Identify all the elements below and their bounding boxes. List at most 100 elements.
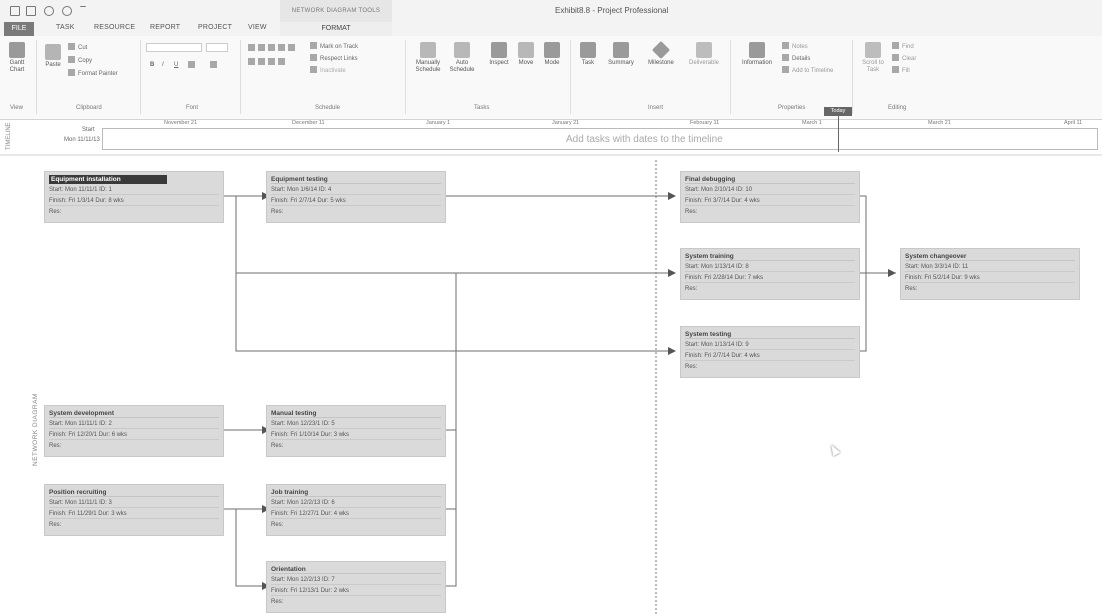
customize-qat-icon[interactable] [80,6,86,16]
task-node-equipment-installation[interactable]: Equipment installation Start: Mon 11/11/… [44,171,224,223]
task-node-equipment-testing[interactable]: Equipment testing Start: Mon 1/6/14 ID: … [266,171,446,223]
window-title: Exhibit8.8 - Project Professional [555,6,669,15]
gantt-icon[interactable] [26,6,36,16]
ribbon-separator [570,40,571,114]
gantt-chart-button[interactable]: Gantt Chart [4,42,30,74]
brush-icon [68,69,75,76]
tab-file[interactable]: FILE [4,22,34,36]
font-size-select[interactable] [206,43,228,52]
tab-project[interactable]: PROJECT [198,24,232,31]
copy-icon [68,56,75,63]
timeline-date: November 21 [164,120,198,126]
save-icon[interactable] [10,6,20,16]
copy-button[interactable]: Copy [68,56,92,64]
scissors-icon [68,43,75,50]
bold-button[interactable]: B [150,62,154,68]
task-node-final-debugging[interactable]: Final debugging Start: Mon 2/10/14 ID: 1… [680,171,860,223]
pane-divider[interactable] [0,154,1102,156]
today-marker [838,114,839,152]
summary-icon [613,42,629,58]
timeline-date: January 1 [426,120,451,126]
respect-links-button[interactable]: Respect Links [310,54,358,62]
inactivate-icon [310,66,317,73]
check-icon [310,42,317,49]
task-node-system-development[interactable]: System development Start: Mon 11/11/1 ID… [44,405,224,457]
ribbon: Gantt Chart View Paste Cut Copy Format P… [0,36,1102,120]
tab-report[interactable]: REPORT [150,24,180,31]
clear-button[interactable]: Clear [892,54,916,62]
eraser-icon [892,54,899,61]
information-button[interactable]: Information [736,42,778,67]
find-button[interactable]: Find [892,42,914,50]
mouse-cursor-icon [827,442,841,457]
move-button[interactable]: Move [514,42,538,67]
details-checkbox[interactable]: Details [782,54,810,62]
timeline-start-date: Mon 11/11/13 [64,137,100,143]
ribbon-separator [405,40,406,114]
font-color-icon[interactable] [210,61,220,69]
percent-complete-buttons[interactable] [248,44,298,52]
task-node-system-training[interactable]: System training Start: Mon 1/13/14 ID: 8… [680,248,860,300]
tab-task[interactable]: TASK [56,24,75,31]
insert-summary-button[interactable]: Summary [602,42,640,67]
network-diagram-side-label: NETWORK DIAGRAM [32,393,39,466]
add-to-timeline-button[interactable]: Add to Timeline [782,66,833,74]
timeline-icon [782,66,789,73]
group-label-editing: Editing [888,105,907,111]
notes-button[interactable]: Notes [782,42,808,50]
format-painter-button[interactable]: Format Painter [68,69,118,77]
timeline-placeholder: Add tasks with dates to the timeline [566,134,723,145]
insert-milestone-button[interactable]: Milestone [642,40,680,67]
task-node-job-training[interactable]: Job training Start: Mon 12/2/13 ID: 6 Fi… [266,484,446,536]
insert-task-button[interactable]: Task [576,42,600,67]
binoculars-icon [892,42,899,49]
ribbon-separator [240,40,241,114]
group-label-schedule: Schedule [315,105,341,111]
timeline-date: February 11 [690,120,720,126]
timeline-date: April 11 [1064,120,1083,126]
pin-icon [420,42,436,58]
inactivate-button[interactable]: Inactivate [310,66,346,74]
cut-button[interactable]: Cut [68,43,87,51]
paste-button[interactable]: Paste [42,44,64,69]
scroll-to-task-icon [865,42,881,58]
contextual-tab-group: NETWORK DIAGRAM TOOLS [280,0,392,22]
inspect-icon [491,42,507,58]
timeline-date: March 21 [928,120,951,126]
tab-resource[interactable]: RESOURCE [94,24,135,31]
paste-icon [45,44,61,60]
mark-on-track-button[interactable]: Mark on Track [310,42,358,50]
task-node-orientation[interactable]: Orientation Start: Mon 12/2/13 ID: 7 Fin… [266,561,446,613]
group-label-insert: Insert [648,105,664,111]
group-label-font: Font [186,105,199,111]
group-label-properties: Properties [778,105,806,111]
manually-schedule-button[interactable]: Manually Schedule [412,42,444,74]
underline-button[interactable]: U [174,62,178,68]
undo-icon[interactable] [44,6,54,16]
italic-button[interactable]: I [162,62,164,68]
highlight-icon[interactable] [188,61,198,69]
task-node-position-recruiting[interactable]: Position recruiting Start: Mon 11/11/1 I… [44,484,224,536]
tab-format[interactable]: FORMAT [280,22,392,36]
task-node-system-testing[interactable]: System testing Start: Mon 1/13/14 ID: 9 … [680,326,860,378]
font-name-select[interactable] [146,43,202,52]
ribbon-separator [730,40,731,114]
group-label-tasks: Tasks [474,105,490,111]
mode-button[interactable]: Mode [540,42,564,67]
ribbon-separator [852,40,853,114]
today-flag: Today [824,107,852,116]
task-icon [580,42,596,58]
redo-icon[interactable] [62,6,72,16]
link-tasks-buttons[interactable] [248,58,288,66]
task-node-manual-testing[interactable]: Manual testing Start: Mon 12/23/1 ID: 5 … [266,405,446,457]
scroll-to-task-button[interactable]: Scroll to Task [860,42,886,74]
auto-schedule-button[interactable]: Auto Schedule [446,42,478,74]
inspect-button[interactable]: Inspect [486,42,512,67]
title-bar: Exhibit8.8 - Project Professional [0,0,1102,22]
insert-deliverable-button[interactable]: Deliverable [684,42,724,67]
tab-view[interactable]: VIEW [248,24,267,31]
timeline-side-label: TIMELINE [6,122,12,150]
task-node-system-changeover[interactable]: System changeover Start: Mon 3/3/14 ID: … [900,248,1080,300]
fill-button[interactable]: Fill [892,66,910,74]
group-label-clipboard: Clipboard [76,105,102,111]
